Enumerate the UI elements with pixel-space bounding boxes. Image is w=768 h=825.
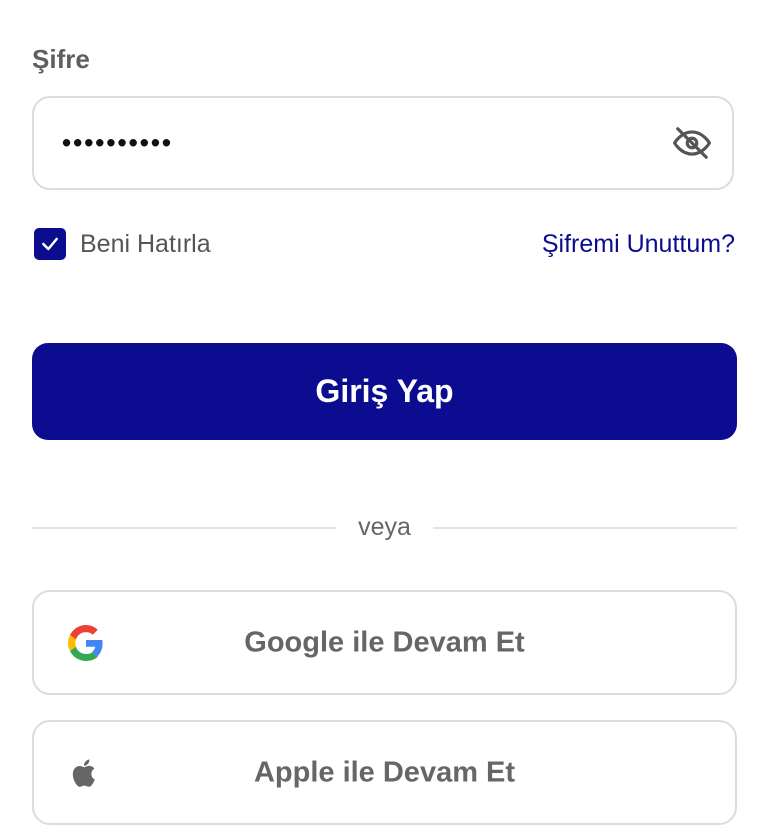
remember-checkbox[interactable] [34, 228, 66, 260]
divider-line-right [433, 527, 737, 529]
remember-label: Beni Hatırla [80, 229, 211, 258]
password-label: Şifre [32, 44, 90, 74]
remember-me[interactable]: Beni Hatırla [34, 228, 211, 260]
google-signin-button[interactable]: Google ile Devam Et [32, 590, 737, 695]
apple-signin-label: Apple ile Devam Et [253, 756, 516, 788]
password-field[interactable]: •••••••••• [32, 96, 734, 190]
forgot-password-link[interactable]: Şifremi Unuttum? [542, 230, 735, 259]
google-signin-label: Google ile Devam Et [244, 626, 525, 658]
or-divider: veya [32, 510, 737, 546]
login-button[interactable]: Giriş Yap [32, 343, 737, 440]
password-value: •••••••••• [62, 127, 174, 158]
eye-off-icon[interactable] [672, 123, 712, 163]
apple-signin-button[interactable]: Apple ile Devam Et [32, 720, 737, 825]
check-icon [42, 237, 58, 251]
